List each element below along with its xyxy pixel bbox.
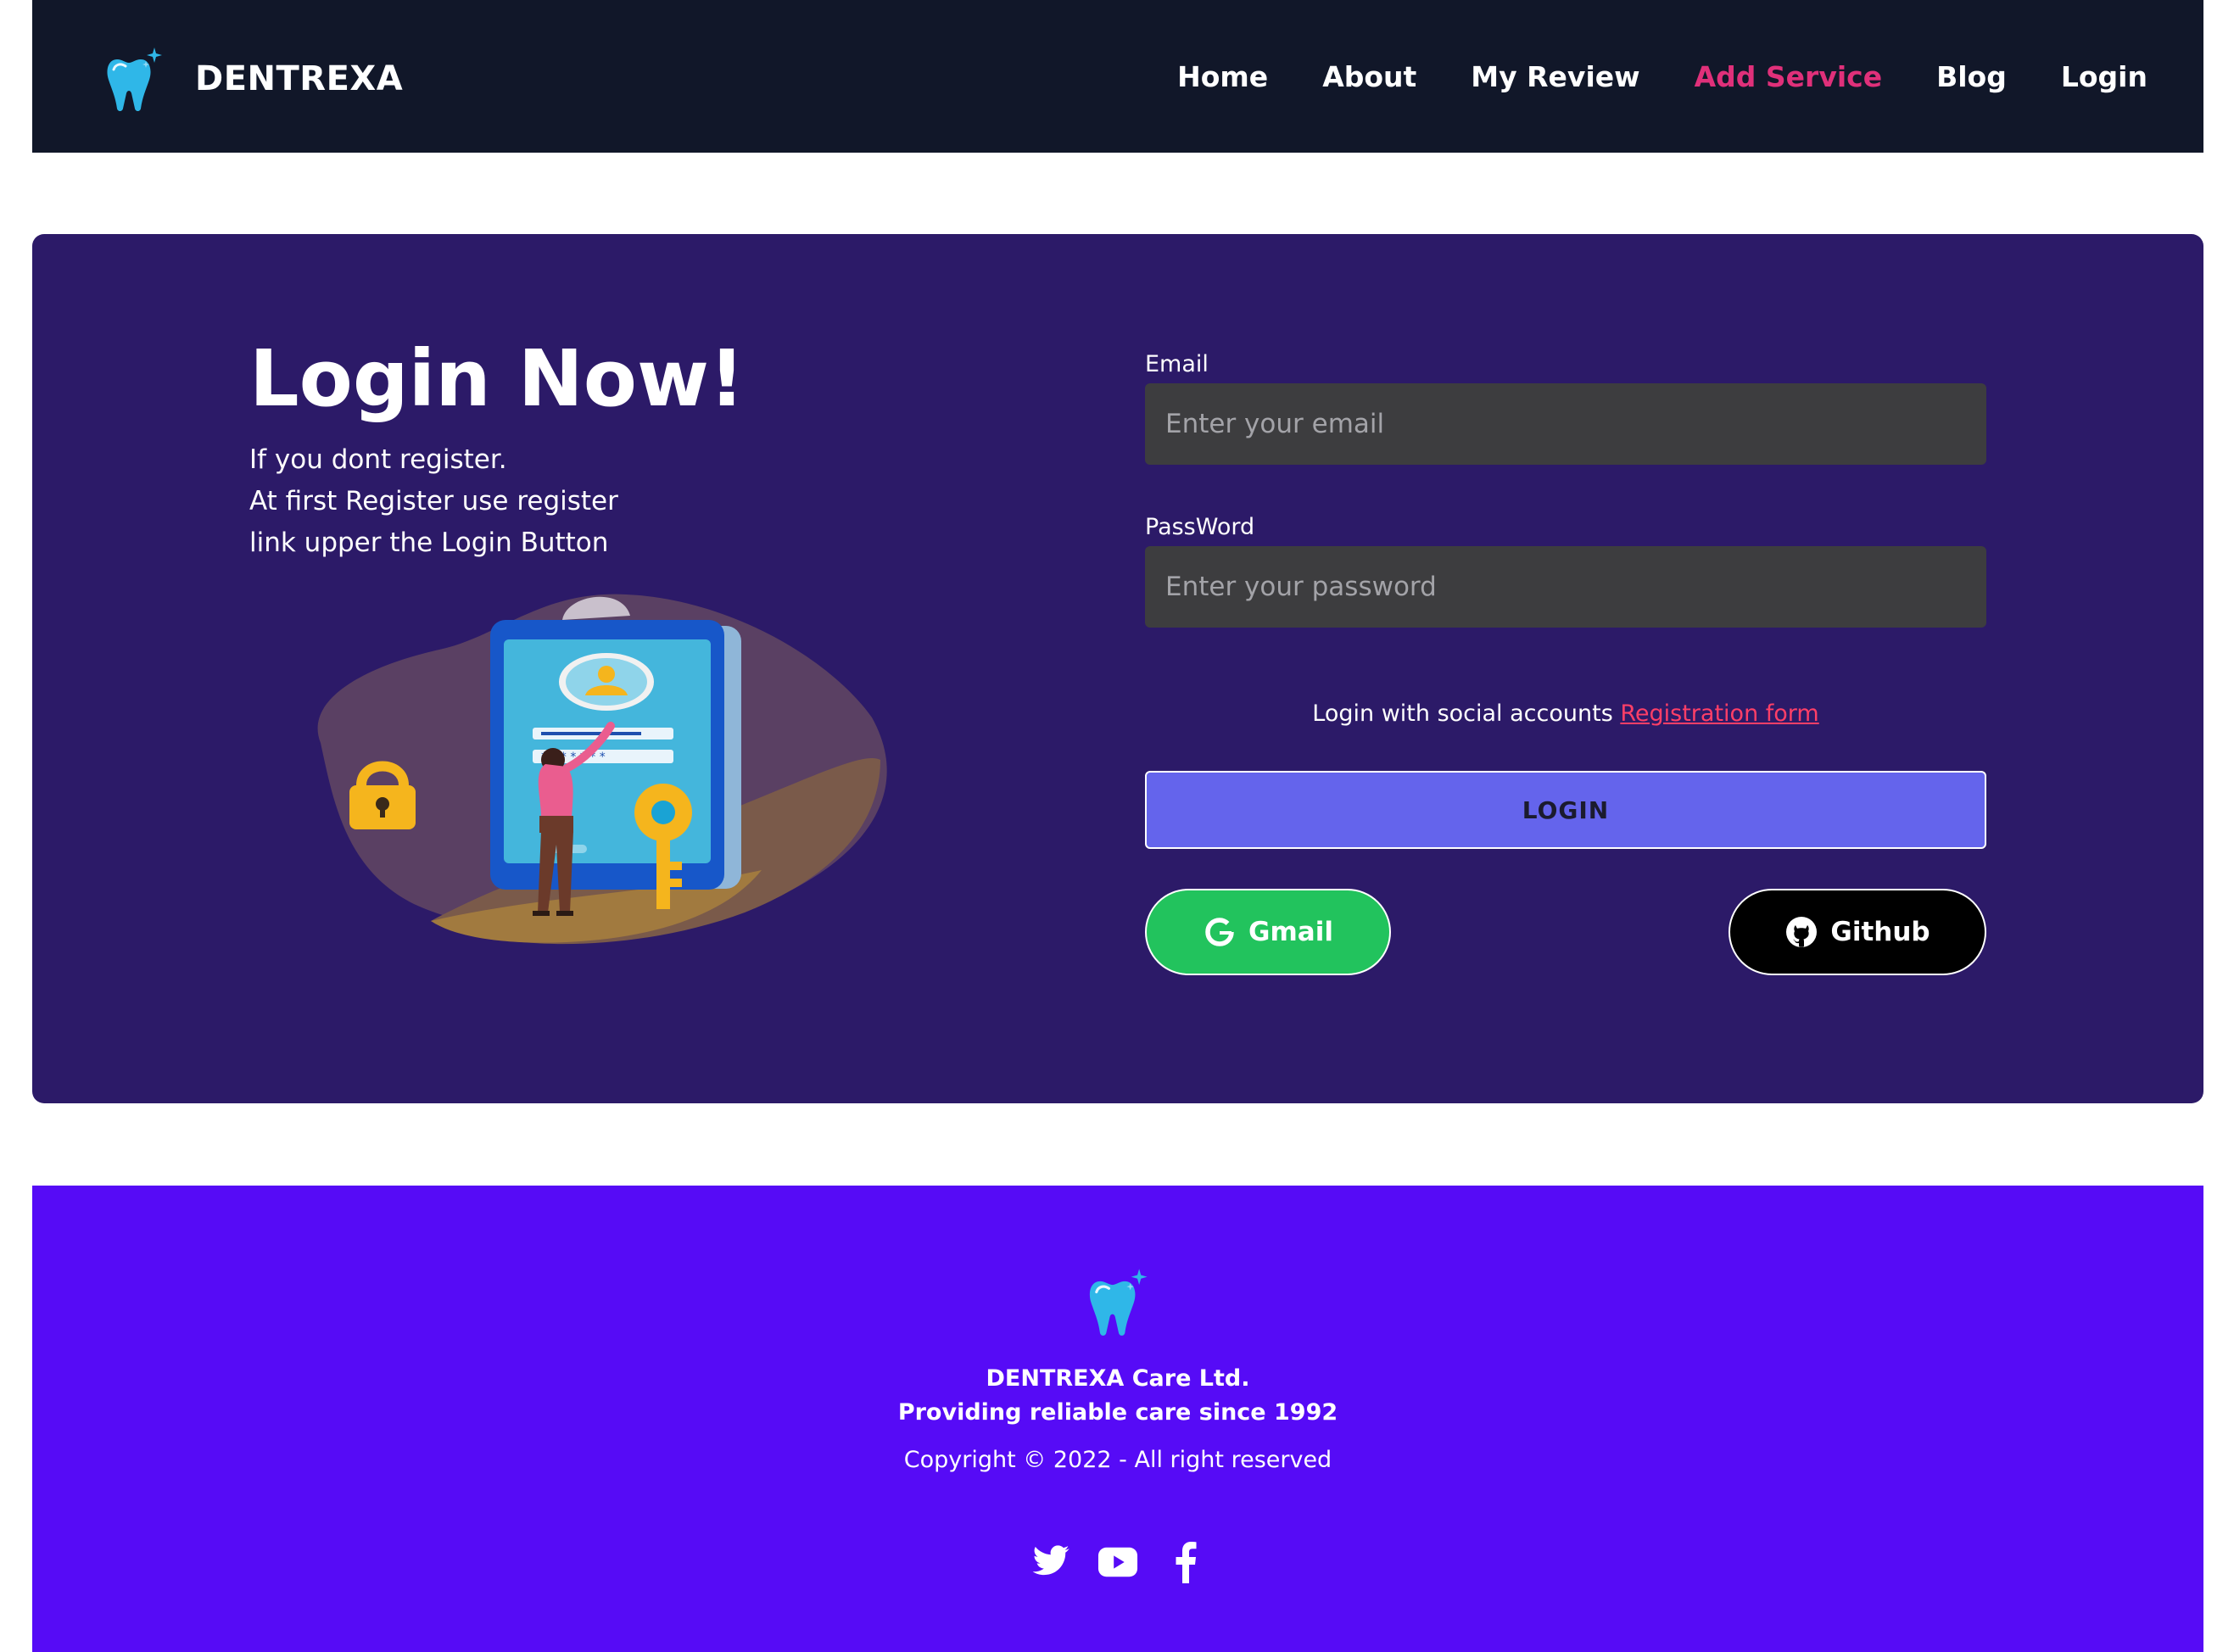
email-label: Email xyxy=(1145,351,1209,377)
tooth-logo-icon xyxy=(107,47,162,111)
footer: DENTREXA Care Ltd. Providing reliable ca… xyxy=(32,1186,2203,1652)
password-label: PassWord xyxy=(1145,514,1255,540)
footer-tagline: Providing reliable care since 1992 xyxy=(897,1399,1338,1426)
login-button[interactable]: LOGIN xyxy=(1145,771,1986,849)
gmail-button-label: Gmail xyxy=(1248,917,1333,947)
youtube-icon[interactable] xyxy=(1097,1542,1138,1582)
footer-copyright: Copyright © 2022 - All right reserved xyxy=(903,1447,1332,1473)
gmail-login-button[interactable]: Gmail xyxy=(1145,889,1391,975)
google-icon xyxy=(1205,918,1234,946)
github-login-button[interactable]: Github xyxy=(1729,889,1986,975)
login-illustration: * * * * * * * xyxy=(317,594,887,945)
password-field[interactable] xyxy=(1145,546,1986,628)
hero-description: If you dont register. At first Register … xyxy=(249,439,618,564)
email-field[interactable] xyxy=(1145,383,1986,465)
brand-name: DENTREXA xyxy=(195,59,404,98)
nav-link-my-review[interactable]: My Review xyxy=(1471,60,1639,93)
nav-links: Home About My Review Add Service Blog Lo… xyxy=(1177,0,2147,153)
nav-link-login[interactable]: Login xyxy=(2061,60,2147,93)
footer-company-name: DENTREXA Care Ltd. xyxy=(986,1365,1250,1392)
navbar: DENTREXA Home About My Review Add Servic… xyxy=(32,0,2203,153)
brand-logo[interactable]: DENTREXA xyxy=(100,44,403,114)
facebook-icon[interactable] xyxy=(1165,1542,1206,1583)
social-login-text-row: Login with social accounts Registration … xyxy=(1145,700,1986,727)
page-title: Login Now! xyxy=(249,333,745,424)
tooth-logo-icon xyxy=(1089,1269,1148,1336)
hero-description-line: If you dont register. xyxy=(249,444,507,475)
hero-description-line: link upper the Login Button xyxy=(249,527,609,558)
social-login-text: Login with social accounts xyxy=(1312,700,1613,727)
github-icon xyxy=(1786,917,1818,947)
nav-link-about[interactable]: About xyxy=(1322,60,1416,93)
nav-link-add-service[interactable]: Add Service xyxy=(1695,60,1882,93)
hero-description-line: At first Register use register xyxy=(249,486,618,516)
registration-link[interactable]: Registration form xyxy=(1620,700,1818,727)
twitter-icon[interactable] xyxy=(1030,1542,1070,1582)
nav-link-home[interactable]: Home xyxy=(1177,60,1268,93)
login-hero: Login Now! If you dont register. At firs… xyxy=(32,234,2203,1103)
footer-social-links xyxy=(32,1542,2203,1583)
nav-link-blog[interactable]: Blog xyxy=(1936,60,2007,93)
github-button-label: Github xyxy=(1830,917,1930,947)
